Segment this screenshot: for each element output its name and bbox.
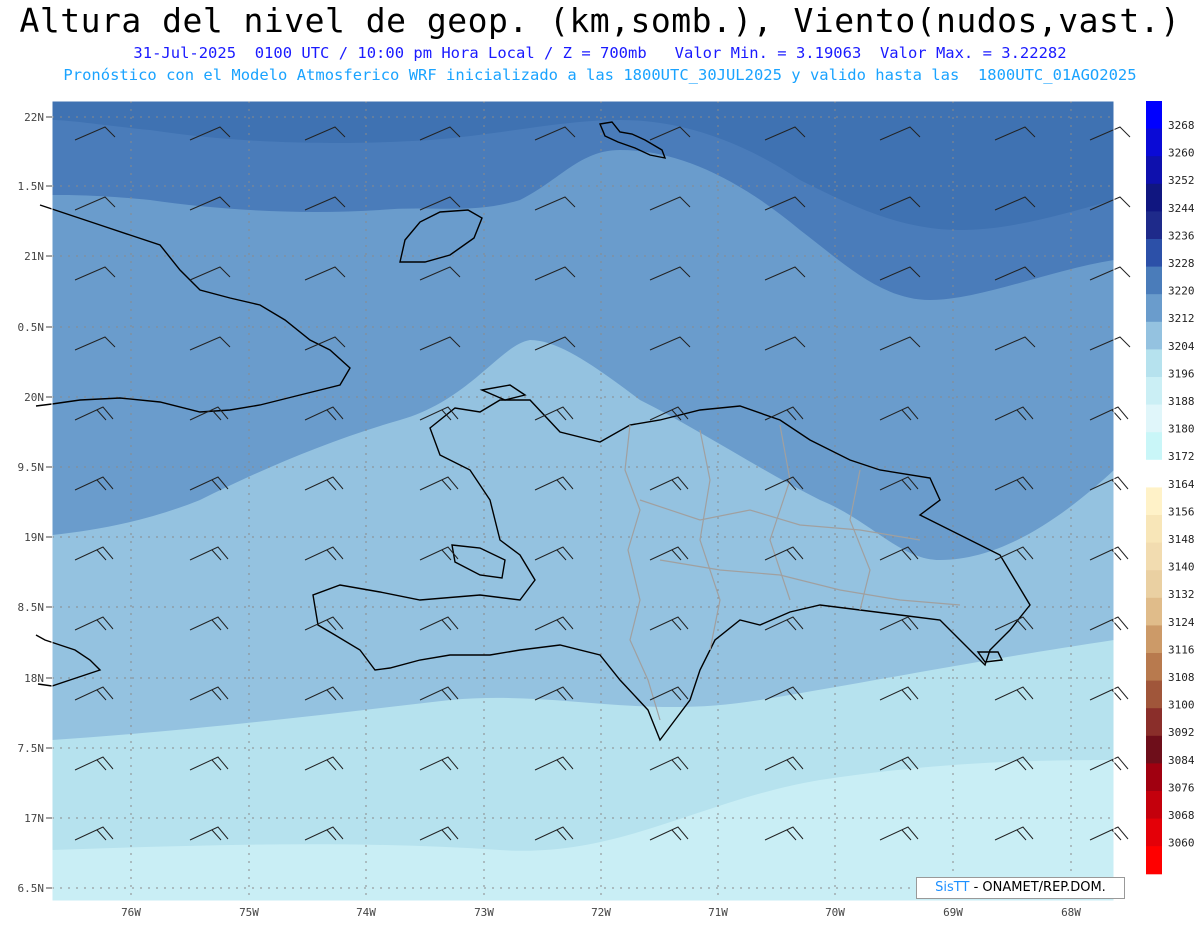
colorbar-label: 3068: [1168, 809, 1195, 822]
colorbar-label: 3140: [1168, 561, 1195, 574]
lon-tick-label: 69W: [943, 906, 963, 919]
lat-tick-label: 0.5N: [18, 321, 45, 334]
colorbar-swatch: [1146, 846, 1162, 875]
lat-tick-label: 9.5N: [18, 461, 45, 474]
colorbar-swatch: [1146, 432, 1162, 461]
latitude-labels: 22N 1.5N 21N 0.5N 20N 9.5N 19N 8.5N 18N 7.5N 17N 6.…: [18, 111, 52, 895]
model-info-line: Pronóstico con el Modelo Atmosferico WRF…: [63, 66, 1137, 84]
colorbar-label: 3244: [1168, 202, 1195, 215]
colorbar: 3268 3260 3252 3244 3236 3228 3220 3212 3204 3196…: [1146, 101, 1195, 875]
colorbar-swatch: [1146, 266, 1162, 295]
colorbar-swatch: [1146, 377, 1162, 406]
colorbar-label: 3164: [1168, 478, 1195, 491]
lon-tick-label: 73W: [474, 906, 494, 919]
colorbar-swatch: [1146, 818, 1162, 847]
map-title: Altura del nivel de geop. (km,somb.), Vi…: [19, 1, 1181, 40]
lat-tick-label: 19N: [24, 531, 44, 544]
colorbar-swatch: [1146, 211, 1162, 240]
lat-tick-label: 18N: [24, 672, 44, 685]
credit-box: SisTT - ONAMET/REP.DOM.: [916, 877, 1125, 899]
colorbar-label: 3124: [1168, 616, 1195, 629]
lon-tick-label: 74W: [356, 906, 376, 919]
colorbar-swatch: [1146, 487, 1162, 516]
colorbar-swatch: [1146, 542, 1162, 571]
colorbar-swatch: [1146, 570, 1162, 599]
colorbar-label: 3116: [1168, 643, 1195, 656]
colorbar-swatch: [1146, 101, 1162, 130]
lon-tick-label: 72W: [591, 906, 611, 919]
geopotential-height-shading: [52, 101, 1114, 901]
colorbar-swatch: [1146, 183, 1162, 212]
lat-tick-label: 20N: [24, 391, 44, 404]
colorbar-swatch: [1146, 156, 1162, 185]
colorbar-swatch: [1146, 515, 1162, 544]
colorbar-swatch: [1146, 349, 1162, 378]
lon-tick-label: 75W: [239, 906, 259, 919]
colorbar-label: 3196: [1168, 367, 1195, 380]
colorbar-swatch: [1146, 321, 1162, 350]
lat-tick-label: 1.5N: [18, 180, 45, 193]
colorbar-label: 3236: [1168, 229, 1195, 242]
colorbar-swatch: [1146, 404, 1162, 433]
colorbar-swatch: [1146, 597, 1162, 626]
colorbar-swatch: [1146, 128, 1162, 157]
colorbar-label: 3148: [1168, 533, 1195, 546]
lat-tick-label: 7.5N: [18, 742, 45, 755]
colorbar-label: 3268: [1168, 119, 1195, 132]
colorbar-swatch: [1146, 294, 1162, 323]
colorbar-swatch: [1146, 459, 1162, 488]
lon-tick-label: 76W: [121, 906, 141, 919]
colorbar-label: 3092: [1168, 726, 1195, 739]
lat-tick-label: 6.5N: [18, 882, 45, 895]
colorbar-label: 3076: [1168, 781, 1195, 794]
colorbar-label: 3228: [1168, 257, 1195, 270]
colorbar-swatch: [1146, 239, 1162, 268]
colorbar-label: 3100: [1168, 699, 1195, 712]
colorbar-label: 3084: [1168, 754, 1195, 767]
lat-tick-label: 17N: [24, 812, 44, 825]
lat-tick-label: 21N: [24, 250, 44, 263]
colorbar-label: 3212: [1168, 312, 1195, 325]
forecast-map: 22N 1.5N 21N 0.5N 20N 9.5N 19N 8.5N 18N 7.5N 17N 6.…: [18, 100, 1195, 919]
colorbar-label: 3260: [1168, 147, 1195, 160]
colorbar-swatch: [1146, 791, 1162, 820]
colorbar-label: 3132: [1168, 588, 1195, 601]
lat-tick-label: 22N: [24, 111, 44, 124]
valid-time-subtitle: 31-Jul-2025 0100 UTC / 10:00 pm Hora Loc…: [133, 44, 1067, 62]
lon-tick-label: 68W: [1061, 906, 1081, 919]
colorbar-label: 3188: [1168, 395, 1195, 408]
lon-tick-label: 70W: [825, 906, 845, 919]
colorbar-label: 3156: [1168, 505, 1195, 518]
lat-tick-label: 8.5N: [18, 601, 45, 614]
colorbar-label: 3060: [1168, 837, 1195, 850]
lon-tick-label: 71W: [708, 906, 728, 919]
colorbar-swatch: [1146, 763, 1162, 792]
colorbar-swatch: [1146, 625, 1162, 654]
credit-text: - ONAMET/REP.DOM.: [973, 880, 1106, 895]
colorbar-swatch: [1146, 653, 1162, 682]
colorbar-label: 3180: [1168, 423, 1195, 436]
colorbar-label: 3220: [1168, 285, 1195, 298]
colorbar-label: 3204: [1168, 340, 1195, 353]
colorbar-label: 3252: [1168, 174, 1195, 187]
colorbar-swatch: [1146, 708, 1162, 737]
colorbar-swatch: [1146, 735, 1162, 764]
longitude-labels: 76W 75W 74W 73W 72W 71W 70W 69W 68W: [121, 906, 1081, 919]
colorbar-label: 3172: [1168, 450, 1195, 463]
colorbar-swatch: [1146, 680, 1162, 709]
colorbar-label: 3108: [1168, 671, 1195, 684]
sistt-logo: SisTT: [935, 880, 970, 895]
